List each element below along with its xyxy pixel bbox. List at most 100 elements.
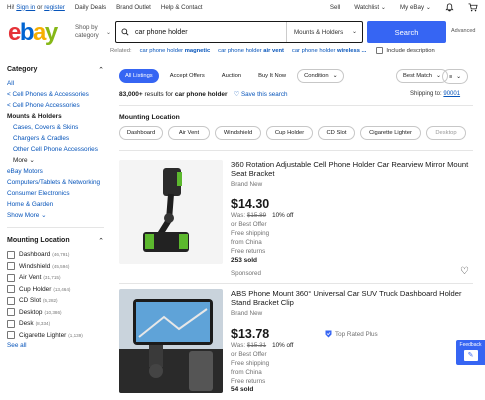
sidebar-category-item[interactable]: Cases, Covers & Skins: [7, 122, 110, 133]
checkbox[interactable]: [7, 308, 15, 317]
tab-all-listings[interactable]: All Listings: [119, 69, 159, 83]
sell-link[interactable]: Sell: [330, 4, 340, 11]
sort-dropdown[interactable]: Best Match ⌄: [396, 69, 448, 83]
checkbox-label: Windshield: [19, 262, 51, 270]
checkbox-count: (5,282): [43, 298, 58, 303]
my-ebay-menu[interactable]: My eBay ⌄: [400, 4, 431, 11]
search-category-select[interactable]: Mounts & Holders ⌄: [286, 22, 362, 42]
chip-cup-holder[interactable]: Cup Holder: [266, 126, 313, 140]
sidebar-category-item[interactable]: Computers/Tablets & Networking: [7, 177, 110, 188]
feedback-button[interactable]: Feedback ✎: [456, 340, 485, 365]
mounting-location-checkbox[interactable]: Dashboard (46,791): [7, 249, 110, 261]
advanced-search-link[interactable]: Advanced: [451, 28, 475, 34]
tab-auction[interactable]: Auction: [216, 69, 247, 83]
mounting-location-checkbox[interactable]: CD Slot (5,282): [7, 295, 110, 307]
shipping-zip-link[interactable]: 90001: [443, 91, 460, 97]
checkbox-count: (10,386): [44, 309, 62, 315]
sidebar-category-item[interactable]: Mounts & Holders: [7, 111, 110, 122]
notification-bell-icon[interactable]: [445, 2, 454, 12]
condition-filter[interactable]: Condition ⌄: [297, 69, 345, 83]
chip-desktop[interactable]: Desktop: [426, 126, 466, 140]
mounting-location-checkbox[interactable]: Desk (8,334): [7, 318, 110, 330]
ebay-logo[interactable]: ebay: [8, 19, 58, 47]
include-description-checkbox[interactable]: Include description: [376, 47, 435, 54]
chip-windshield[interactable]: Windshield: [215, 126, 261, 140]
greeting-text: Hi! Sign in or register: [7, 3, 65, 11]
product-image[interactable]: [119, 289, 223, 393]
related-link-wireless[interactable]: car phone holder wireless ...: [292, 48, 366, 54]
mounting-location-checkbox[interactable]: Desktop (10,386): [7, 307, 110, 319]
mounting-location-header[interactable]: Mounting Location ⌃: [7, 237, 110, 245]
sidebar-category-item[interactable]: Home & Garden: [7, 199, 110, 210]
watchlist-menu[interactable]: Watchlist ⌄: [354, 4, 386, 11]
sidebar-category-item[interactable]: More ⌄: [7, 155, 110, 166]
cart-icon[interactable]: [468, 2, 478, 12]
sidebar: Category ⌃ All < Cell Phones & Accessorie…: [0, 62, 110, 400]
mounting-location-checkbox[interactable]: Cup Holder (13,464): [7, 284, 110, 296]
chip-dashboard[interactable]: Dashboard: [119, 126, 163, 140]
checkbox[interactable]: [7, 273, 15, 282]
phone-mount-image: [119, 289, 223, 393]
checkbox[interactable]: [7, 331, 15, 340]
checkbox-count: (31,715): [43, 275, 61, 280]
item-meta: Was: $15.31 10% off or Best Offer Free sh…: [231, 342, 294, 385]
sidebar-category-item[interactable]: Chargers & Cradles: [7, 133, 110, 144]
divider: [119, 150, 473, 151]
save-search-button[interactable]: ♡ Save this search: [234, 91, 288, 98]
view-toggle[interactable]: ⌄: [442, 69, 468, 84]
checkbox-label: Desktop: [19, 308, 43, 316]
checkbox-count: (46,791): [52, 252, 70, 257]
sign-in-link[interactable]: Sign in: [16, 4, 35, 11]
sidebar-category-item[interactable]: < Cell Phone Accessories: [7, 100, 110, 111]
checkbox-count: (13,464): [53, 286, 71, 292]
brand-outlet-link[interactable]: Brand Outlet: [116, 4, 151, 11]
register-link[interactable]: register: [44, 4, 65, 11]
shop-by-category-button[interactable]: Shop by category ⌄: [75, 24, 111, 39]
product-image[interactable]: [119, 160, 223, 264]
search-input[interactable]: car phone holder: [129, 29, 286, 36]
chip-cd-slot[interactable]: CD Slot: [318, 126, 355, 140]
checkbox[interactable]: [7, 250, 15, 259]
checkbox[interactable]: [7, 319, 15, 328]
help-contact-link[interactable]: Help & Contact: [161, 4, 203, 11]
sidebar-category-item[interactable]: Other Cell Phone Accessories: [7, 144, 110, 155]
tab-accept-offers[interactable]: Accept Offers: [164, 69, 211, 83]
chevron-down-icon: ⌄: [106, 30, 112, 36]
item-title[interactable]: 360 Rotation Adjustable Cell Phone Holde…: [231, 160, 469, 178]
search-icon: [121, 28, 129, 36]
checkbox[interactable]: [7, 262, 15, 271]
related-link-air-vent[interactable]: car phone holder air vent: [218, 48, 284, 54]
watch-heart-icon[interactable]: ♡: [460, 266, 469, 277]
mounting-location-checkbox[interactable]: Windshield (45,594): [7, 261, 110, 273]
checkbox-count: (1,139): [68, 332, 83, 338]
search-button[interactable]: Search: [367, 21, 446, 43]
chevron-down-icon: ⌄: [436, 73, 441, 79]
see-all-link[interactable]: See all: [7, 342, 110, 349]
sidebar-category-item[interactable]: eBay Motors: [7, 166, 110, 177]
checkbox-label: Dashboard: [19, 251, 51, 258]
checkbox[interactable]: [7, 296, 15, 305]
checkbox[interactable]: [7, 285, 15, 294]
tab-buy-it-now[interactable]: Buy It Now: [252, 69, 292, 83]
listing-item: ABS Phone Mount 360° Universal Car SUV T…: [119, 289, 473, 400]
chevron-down-icon: ⌄: [332, 73, 338, 79]
item-sold-count: 253 sold: [231, 257, 258, 264]
chevron-down-icon: ⌄: [456, 73, 461, 80]
feedback-icon: ✎: [463, 350, 478, 361]
checkbox-label: Cigarette Lighter: [19, 331, 67, 339]
listing-item: 360 Rotation Adjustable Cell Phone Holde…: [119, 160, 473, 282]
sidebar-category-item[interactable]: Show More ⌄: [7, 210, 110, 221]
sidebar-category-item[interactable]: Consumer Electronics: [7, 188, 110, 199]
mounting-location-checkbox[interactable]: Air Vent (31,715): [7, 272, 110, 284]
category-header[interactable]: Category ⌃: [7, 66, 110, 74]
chip-air-vent[interactable]: Air Vent: [168, 126, 210, 140]
related-link-magnetic[interactable]: car phone holder magnetic: [140, 48, 211, 54]
daily-deals-link[interactable]: Daily Deals: [75, 4, 106, 11]
checkbox-count: (45,594): [52, 263, 70, 269]
mounting-location-checkbox[interactable]: Cigarette Lighter (1,139): [7, 330, 110, 342]
sidebar-category-item[interactable]: All: [7, 78, 110, 89]
chip-cigarette-lighter[interactable]: Cigarette Lighter: [360, 126, 421, 140]
sidebar-category-item[interactable]: < Cell Phones & Accessories: [7, 89, 110, 100]
item-title[interactable]: ABS Phone Mount 360° Universal Car SUV T…: [231, 289, 469, 307]
results-panel: All Listings Accept Offers Auction Buy I…: [110, 62, 485, 400]
